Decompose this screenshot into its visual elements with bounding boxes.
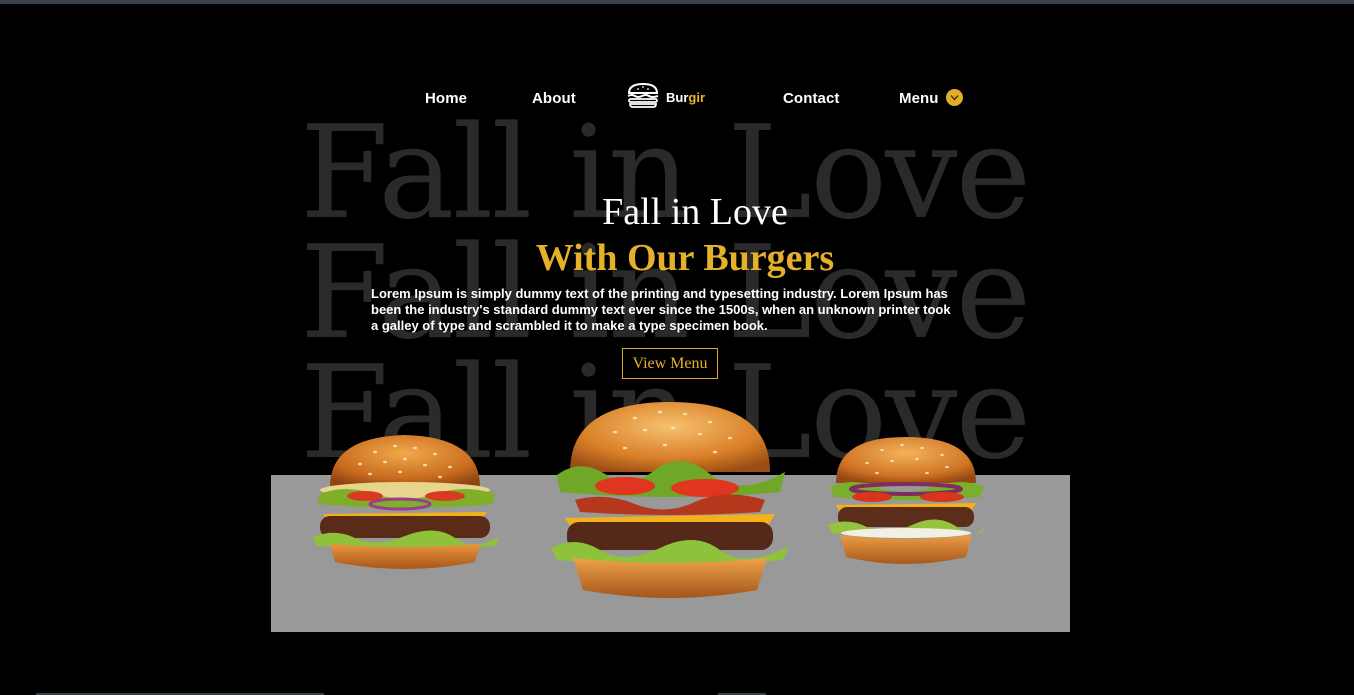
burger-image-center [545,400,795,605]
nav-link-home[interactable]: Home [425,90,467,107]
brand-name: Burgir [666,90,705,105]
hero-description: Lorem Ipsum is simply dummy text of the … [371,286,951,333]
window-top-border [0,0,1354,4]
hero-title: Fall in Love [602,191,788,233]
view-menu-button[interactable]: View Menu [622,348,718,379]
burger-image-left [305,432,505,577]
burger-image-right [822,435,990,570]
chevron-down-icon[interactable] [946,89,963,106]
burger-icon [626,82,660,113]
nav-link-about[interactable]: About [532,90,576,107]
nav-link-contact[interactable]: Contact [783,90,840,107]
nav-link-menu[interactable]: Menu [899,90,939,107]
brand-logo[interactable]: Burgir [626,82,705,113]
brand-name-accent: gir [688,90,706,105]
brand-name-primary: Bur [666,90,689,105]
hero-subtitle: With Our Burgers [535,237,835,279]
